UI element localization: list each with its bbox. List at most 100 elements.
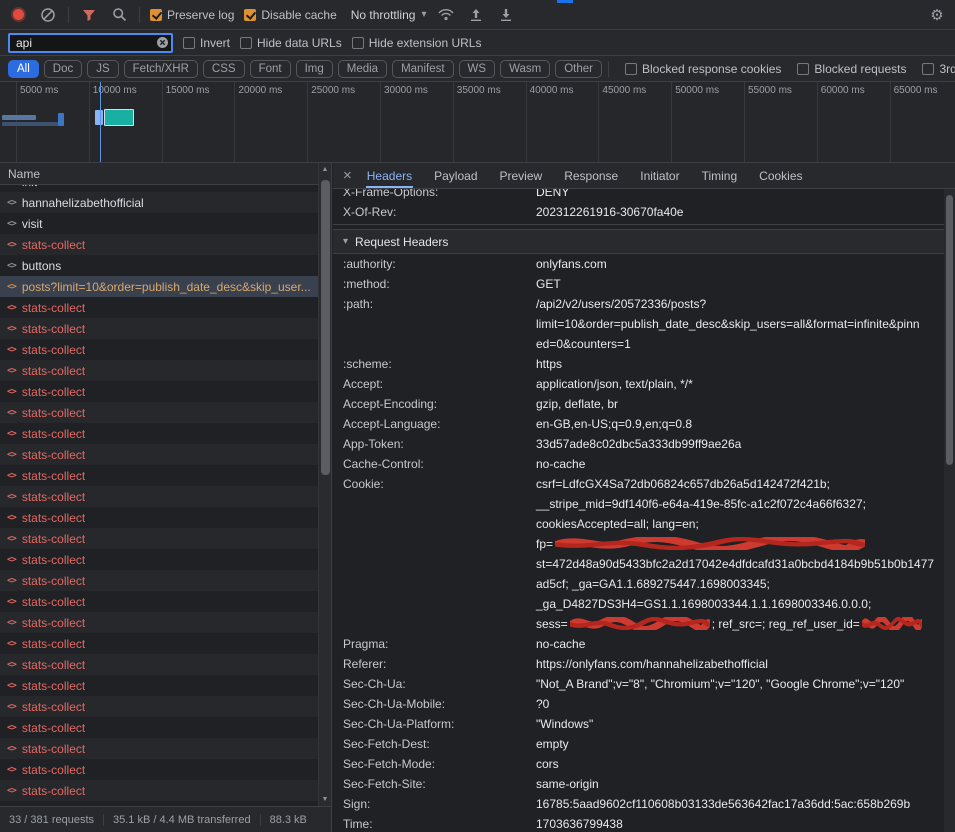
tab-preview[interactable]: Preview xyxy=(499,163,544,188)
invert-checkbox[interactable]: Invert xyxy=(183,36,230,50)
request-row[interactable]: <>stats-collect xyxy=(0,360,318,381)
request-row[interactable]: <>stats-collect xyxy=(0,696,318,717)
hide-extension-urls-label: Hide extension URLs xyxy=(369,36,482,50)
scrollbar-thumb[interactable] xyxy=(321,180,330,475)
filter-input[interactable] xyxy=(8,33,173,53)
type-filter-doc[interactable]: Doc xyxy=(44,60,82,78)
hide-data-urls-checkbox[interactable]: Hide data URLs xyxy=(240,36,342,50)
request-row[interactable]: <>stats-collect xyxy=(0,465,318,486)
request-type-icon: <> xyxy=(7,471,16,481)
type-filter-fetch-xhr[interactable]: Fetch/XHR xyxy=(124,60,198,78)
tab-timing[interactable]: Timing xyxy=(701,163,739,188)
request-name: stats-collect xyxy=(22,700,85,714)
details-scrollbar-thumb[interactable] xyxy=(946,195,953,465)
request-row[interactable]: <>visit xyxy=(0,213,318,234)
preserve-log-checkbox[interactable]: Preserve log xyxy=(150,8,234,22)
request-type-icon: <> xyxy=(7,387,16,397)
type-filter-manifest[interactable]: Manifest xyxy=(392,60,453,78)
search-button[interactable] xyxy=(109,5,129,25)
scroll-up-icon[interactable]: ▲ xyxy=(322,163,329,176)
type-filter-css[interactable]: CSS xyxy=(203,60,245,78)
type-filter-other[interactable]: Other xyxy=(555,60,602,78)
request-list: <>init<>hannahelizabethofficial<>visit<>… xyxy=(0,185,318,806)
record-button[interactable] xyxy=(8,5,28,25)
tab-initiator[interactable]: Initiator xyxy=(639,163,680,188)
third-party-requests-checkbox[interactable]: 3rd-party requests xyxy=(922,62,955,76)
request-name: stats-collect xyxy=(22,763,85,777)
request-row[interactable]: <>stats-collect xyxy=(0,738,318,759)
header-row: Sign:16785:5aad9602cf110608b03133de56364… xyxy=(333,794,944,814)
request-row[interactable]: <>stats-collect xyxy=(0,486,318,507)
overview-selection-marker[interactable] xyxy=(100,82,101,162)
close-details-button[interactable]: × xyxy=(343,168,352,183)
request-row[interactable]: <>stats-collect xyxy=(0,528,318,549)
details-scrollbar[interactable] xyxy=(944,189,955,832)
request-row[interactable]: <>stats-collect xyxy=(0,549,318,570)
checkbox-icon xyxy=(625,63,637,75)
request-row[interactable]: <>stats-collect xyxy=(0,402,318,423)
overview-activity-bar xyxy=(2,122,64,126)
clear-button[interactable] xyxy=(38,5,58,25)
request-row[interactable]: <>stats-collect xyxy=(0,612,318,633)
request-row[interactable]: <>posts?limit=10&order=publish_date_desc… xyxy=(0,276,318,297)
type-filter-img[interactable]: Img xyxy=(296,60,333,78)
request-list-header: Name xyxy=(0,163,331,185)
request-row[interactable]: <>stats-collect xyxy=(0,234,318,255)
request-type-icon: <> xyxy=(7,429,16,439)
request-row[interactable]: <>stats-collect xyxy=(0,507,318,528)
request-list-scrollbar[interactable]: ▲ ▼ xyxy=(318,163,331,806)
disable-cache-checkbox[interactable]: Disable cache xyxy=(244,8,336,22)
type-filter-wasm[interactable]: Wasm xyxy=(500,60,550,78)
request-row[interactable]: <>stats-collect xyxy=(0,654,318,675)
filter-toggle-button[interactable] xyxy=(79,5,99,25)
timeline-overview[interactable]: 5000 ms10000 ms15000 ms20000 ms25000 ms3… xyxy=(0,82,955,163)
request-row[interactable]: <>stats-collect xyxy=(0,297,318,318)
request-rows: <>init<>hannahelizabethofficial<>visit<>… xyxy=(0,185,318,801)
throttling-select[interactable]: No throttling ▾ xyxy=(351,8,427,22)
request-row[interactable]: <>stats-collect xyxy=(0,381,318,402)
request-row[interactable]: <>stats-collect xyxy=(0,423,318,444)
type-filter-ws[interactable]: WS xyxy=(459,60,496,78)
tab-response[interactable]: Response xyxy=(563,163,619,188)
header-row: Accept-Encoding:gzip, deflate, br xyxy=(333,394,944,414)
scroll-down-icon[interactable]: ▼ xyxy=(322,793,329,806)
tab-cookies[interactable]: Cookies xyxy=(758,163,803,188)
request-headers-section[interactable]: ▾ Request Headers xyxy=(333,229,944,254)
request-row[interactable]: <>stats-collect xyxy=(0,780,318,801)
request-row[interactable]: <>stats-collect xyxy=(0,591,318,612)
request-row[interactable]: <>stats-collect xyxy=(0,633,318,654)
name-column-header[interactable]: Name xyxy=(8,167,40,181)
network-conditions-button[interactable] xyxy=(436,5,456,25)
hide-extension-urls-checkbox[interactable]: Hide extension URLs xyxy=(352,36,482,50)
request-row[interactable]: <>init xyxy=(0,185,318,192)
tab-headers[interactable]: Headers xyxy=(366,163,413,188)
overview-gridline xyxy=(307,82,308,162)
request-name: stats-collect xyxy=(22,364,85,378)
type-filter-js[interactable]: JS xyxy=(87,60,118,78)
blocked-response-cookies-checkbox[interactable]: Blocked response cookies xyxy=(625,62,781,76)
header-row: :path:/api2/v2/users/20572336/posts?limi… xyxy=(333,294,944,354)
type-filter-all[interactable]: All xyxy=(8,60,39,78)
request-row[interactable]: <>stats-collect xyxy=(0,759,318,780)
type-filter-media[interactable]: Media xyxy=(338,60,387,78)
request-row[interactable]: <>hannahelizabethofficial xyxy=(0,192,318,213)
clear-filter-button[interactable] xyxy=(156,36,169,49)
checkbox-icon xyxy=(797,63,809,75)
header-value: onlyfans.com xyxy=(536,254,944,274)
request-row[interactable]: <>stats-collect xyxy=(0,570,318,591)
header-value: csrf=LdfcGX4Sa72db06824c657db26a5d142472… xyxy=(536,474,944,634)
type-filter-font[interactable]: Font xyxy=(250,60,291,78)
header-name: :path: xyxy=(343,294,536,354)
request-row[interactable]: <>stats-collect xyxy=(0,339,318,360)
request-row[interactable]: <>stats-collect xyxy=(0,717,318,738)
request-row[interactable]: <>stats-collect xyxy=(0,675,318,696)
tab-payload[interactable]: Payload xyxy=(433,163,478,188)
blocked-requests-checkbox[interactable]: Blocked requests xyxy=(797,62,906,76)
request-row[interactable]: <>buttons xyxy=(0,255,318,276)
overview-tick-label: 5000 ms xyxy=(20,85,58,96)
import-har-button[interactable] xyxy=(466,5,486,25)
request-row[interactable]: <>stats-collect xyxy=(0,444,318,465)
settings-button[interactable]: ⚙ xyxy=(927,5,947,25)
request-row[interactable]: <>stats-collect xyxy=(0,318,318,339)
export-har-button[interactable] xyxy=(496,5,516,25)
